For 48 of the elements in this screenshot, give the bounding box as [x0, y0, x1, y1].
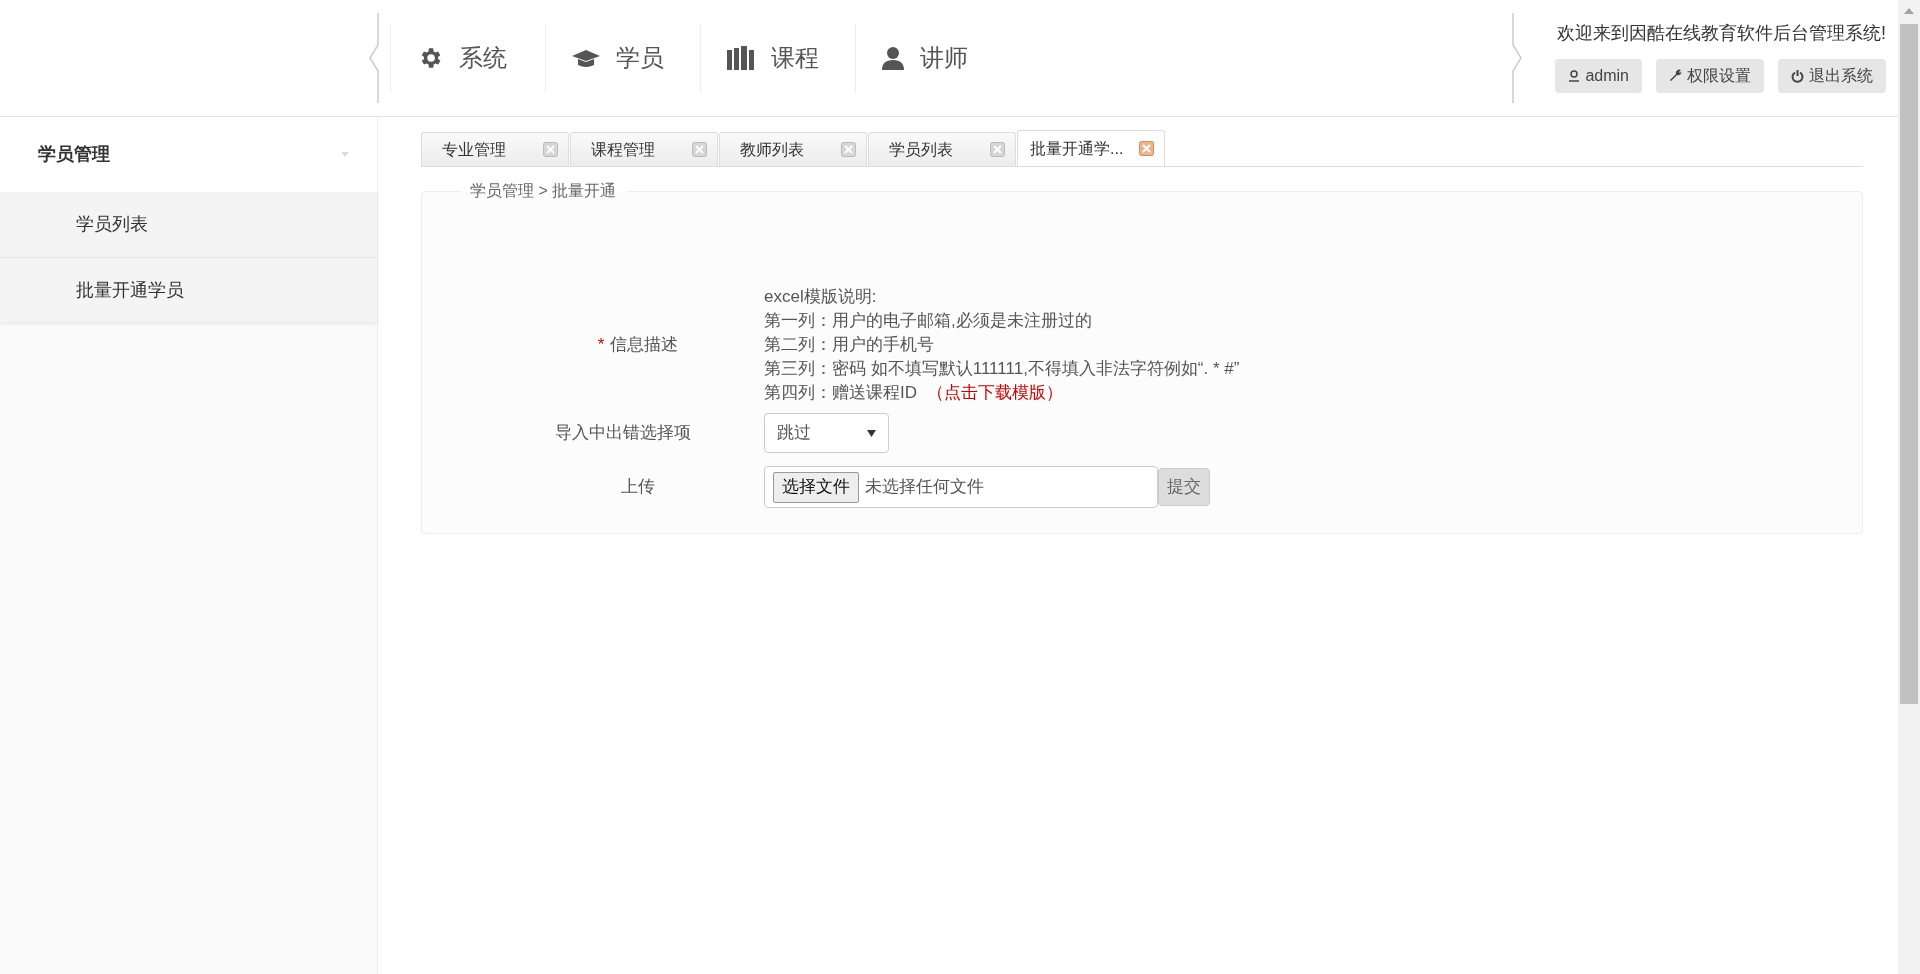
tab[interactable]: 批量开通学... [1017, 130, 1165, 166]
tab[interactable]: 课程管理 [570, 132, 718, 166]
close-icon[interactable] [841, 142, 856, 157]
nav-item[interactable]: 课程 [700, 23, 855, 93]
download-template-link[interactable]: （点击下载模版） [927, 381, 1063, 405]
person-icon [882, 46, 904, 70]
description-line: 第三列：密码 如不填写默认111111,不得填入非法字符例如“. * #” [764, 358, 1240, 380]
user-icon [1568, 69, 1581, 82]
tab[interactable]: 专业管理 [421, 132, 569, 166]
description-line: 第四列：赠送课程ID [764, 382, 917, 404]
file-field[interactable]: 选择文件 未选择任何文件 [764, 466, 1158, 508]
scroll-up-icon[interactable] [1904, 8, 1914, 14]
dropdown-caret-icon [867, 429, 876, 437]
close-icon[interactable] [543, 142, 558, 157]
description-line: excel模版说明: [764, 286, 877, 308]
header-button[interactable]: admin [1555, 59, 1642, 92]
power-icon [1791, 68, 1804, 83]
tab[interactable]: 教师列表 [719, 132, 867, 166]
close-icon[interactable] [1139, 141, 1154, 156]
welcome-text: 欢迎来到因酷在线教育软件后台管理系统! [1557, 22, 1886, 45]
field-label: 上传 [620, 476, 656, 499]
header-button[interactable]: 权限设置 [1656, 59, 1764, 92]
description-line: 第一列：用户的电子邮箱,必须是未注册过的 [764, 310, 1092, 332]
nav-item[interactable]: 讲师 [855, 23, 1010, 93]
choose-file-button[interactable]: 选择文件 [773, 471, 859, 503]
scrollbar-thumb[interactable] [1900, 24, 1918, 704]
sidebar-item[interactable]: 学员列表 [0, 192, 377, 257]
breadcrumb: 学员管理 > 批量开通 [469, 181, 618, 201]
nav-item[interactable]: 学员 [545, 23, 700, 93]
close-icon[interactable] [990, 142, 1005, 157]
field-label: 信息描述 [610, 335, 679, 355]
sidebar-item[interactable]: 批量开通学员 [0, 257, 377, 322]
graduation-cap-icon [572, 48, 600, 68]
error-option-select[interactable]: 跳过 [764, 413, 889, 453]
description-line: 第二列：用户的手机号 [764, 334, 934, 356]
required-mark: * [597, 335, 605, 355]
sidebar-title[interactable]: 学员管理 [38, 141, 110, 168]
header-button[interactable]: 退出系统 [1778, 59, 1886, 92]
tab[interactable]: 学员列表 [868, 132, 1016, 166]
scrollbar[interactable] [1898, 0, 1920, 974]
books-icon [727, 46, 755, 70]
wrench-icon [1669, 69, 1682, 82]
close-icon[interactable] [692, 142, 707, 157]
file-status: 未选择任何文件 [865, 476, 984, 499]
nav-item[interactable]: 系统 [390, 23, 545, 93]
caret-icon[interactable] [341, 152, 349, 157]
field-label: 导入中出错选择项 [554, 422, 692, 445]
submit-button[interactable]: 提交 [1158, 468, 1210, 506]
